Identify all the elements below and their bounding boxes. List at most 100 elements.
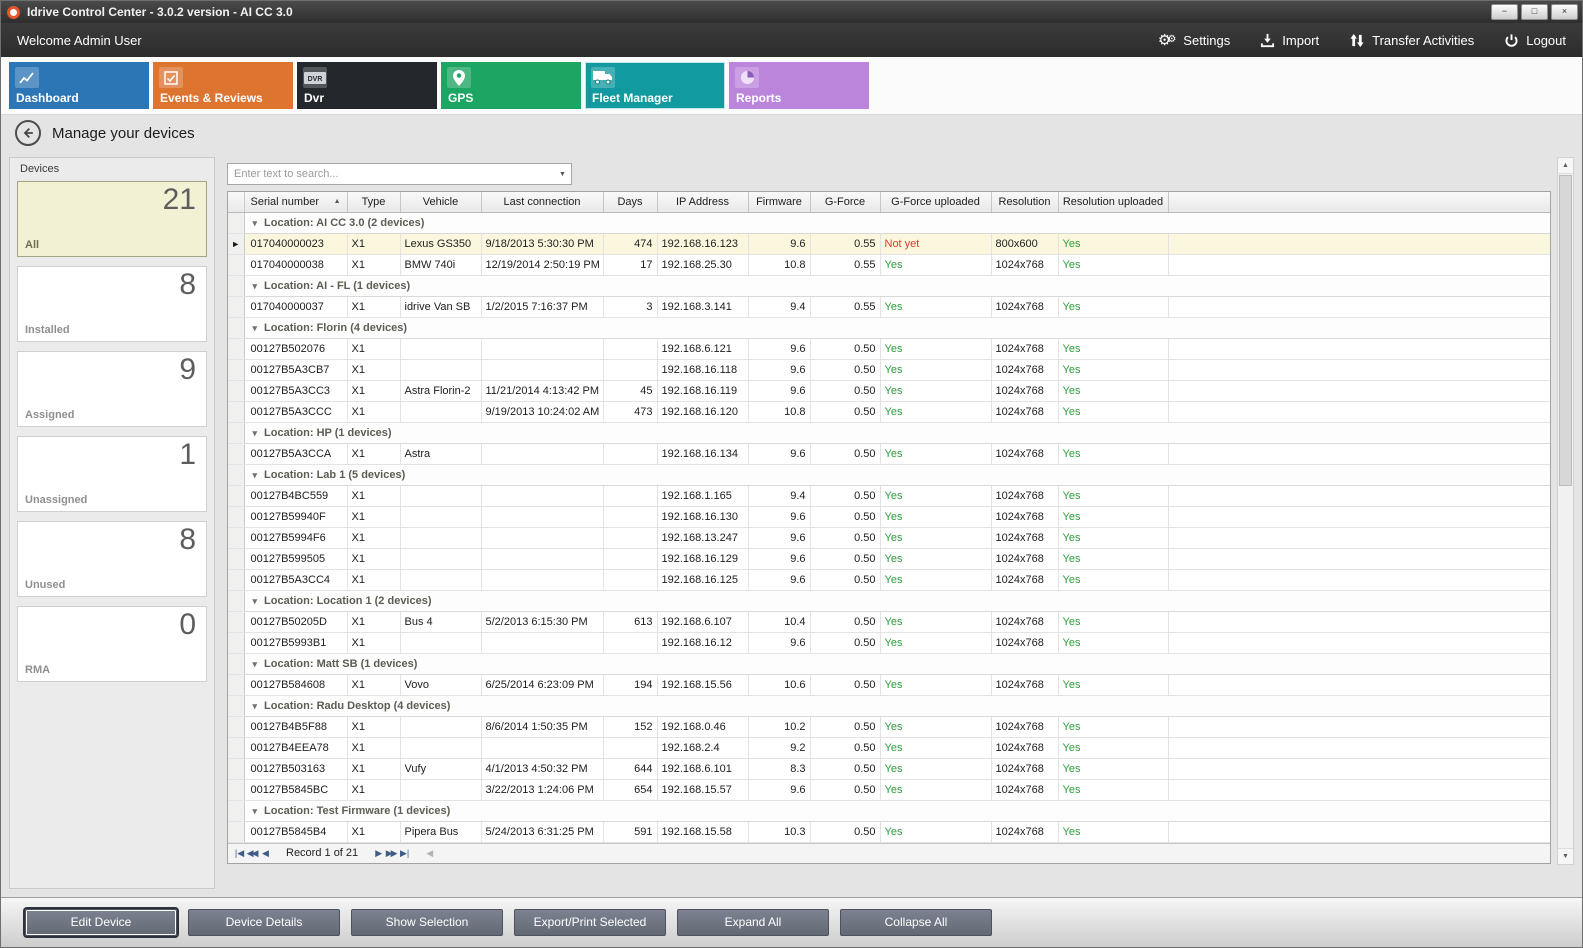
device-filter-card-unassigned[interactable]: 1Unassigned xyxy=(17,436,207,512)
device-row[interactable]: 00127B50205DX1Bus 45/2/2013 6:15:30 PM61… xyxy=(228,611,1550,632)
collapse-group-icon[interactable]: ▾ xyxy=(253,218,258,228)
device-row[interactable]: 00127B584608X1Vovo6/25/2014 6:23:09 PM19… xyxy=(228,674,1550,695)
tab-gps[interactable]: GPS xyxy=(441,62,581,109)
group-row[interactable]: ▾Location: Matt SB (1 devices) xyxy=(228,653,1550,674)
device-row[interactable]: 00127B599505X1192.168.16.1299.60.50Yes10… xyxy=(228,548,1550,569)
search-combobox[interactable]: ▼ xyxy=(227,163,572,185)
group-header-cell[interactable]: ▾Location: Matt SB (1 devices) xyxy=(244,653,1550,674)
group-header-cell[interactable]: ▾Location: Test Firmware (1 devices) xyxy=(244,800,1550,821)
device-filter-card-unused[interactable]: 8Unused xyxy=(17,521,207,597)
tab-dvr[interactable]: DVRDvr xyxy=(297,62,437,109)
device-row[interactable]: 00127B5993B1X1192.168.16.129.60.50Yes102… xyxy=(228,632,1550,653)
device-row[interactable]: 00127B5994F6X1192.168.13.2479.60.50Yes10… xyxy=(228,527,1550,548)
group-row[interactable]: ▾Location: Radu Desktop (4 devices) xyxy=(228,695,1550,716)
device-row[interactable]: 00127B5A3CC3X1Astra Florin-211/21/2014 4… xyxy=(228,380,1550,401)
collapse-group-icon[interactable]: ▾ xyxy=(253,281,258,291)
search-input[interactable] xyxy=(228,168,554,180)
column-header-g-force[interactable]: G-Force xyxy=(810,192,880,212)
device-row[interactable]: 00127B5A3CCAX1Astra192.168.16.1349.60.50… xyxy=(228,443,1550,464)
collapse-group-icon[interactable]: ▾ xyxy=(253,701,258,711)
device-row[interactable]: 00127B5845B4X1Pipera Bus5/24/2013 6:31:2… xyxy=(228,821,1550,842)
collapse-group-icon[interactable]: ▾ xyxy=(253,323,258,333)
back-button[interactable] xyxy=(15,120,41,146)
pager-next-button[interactable]: ▶ xyxy=(372,848,385,859)
group-row[interactable]: ▾Location: Lab 1 (5 devices) xyxy=(228,464,1550,485)
group-header-cell[interactable]: ▾Location: Florin (4 devices) xyxy=(244,317,1550,338)
dropdown-arrow-icon[interactable]: ▼ xyxy=(554,171,571,178)
device-row[interactable]: 00127B5A3CC4X1192.168.16.1259.60.50Yes10… xyxy=(228,569,1550,590)
group-header-cell[interactable]: ▾Location: Lab 1 (5 devices) xyxy=(244,464,1550,485)
collapse-group-icon[interactable]: ▾ xyxy=(253,806,258,816)
group-header-cell[interactable]: ▾Location: Radu Desktop (4 devices) xyxy=(244,695,1550,716)
device-row[interactable]: 00127B5A3CB7X1192.168.16.1189.60.50Yes10… xyxy=(228,359,1550,380)
column-header-serial-number[interactable]: Serial number▲ xyxy=(244,192,347,212)
group-row[interactable]: ▾Location: Florin (4 devices) xyxy=(228,317,1550,338)
device-row[interactable]: 00127B503163X1Vufy4/1/2013 4:50:32 PM644… xyxy=(228,758,1550,779)
group-row[interactable]: ▾Location: Location 1 (2 devices) xyxy=(228,590,1550,611)
close-button[interactable]: × xyxy=(1551,4,1578,20)
device-row[interactable]: ►017040000023X1Lexus GS3509/18/2013 5:30… xyxy=(228,233,1550,254)
footer-button-export-print-selected[interactable]: Export/Print Selected xyxy=(514,909,666,936)
collapse-group-icon[interactable]: ▾ xyxy=(253,428,258,438)
group-row[interactable]: ▾Location: AI CC 3.0 (2 devices) xyxy=(228,212,1550,233)
group-header-cell[interactable]: ▾Location: HP (1 devices) xyxy=(244,422,1550,443)
settings-button[interactable]: ⚙⚙Settings xyxy=(1158,33,1230,48)
group-row[interactable]: ▾Location: HP (1 devices) xyxy=(228,422,1550,443)
tab-dashboard[interactable]: Dashboard xyxy=(9,62,149,109)
import-button[interactable]: Import xyxy=(1260,33,1319,48)
device-row[interactable]: 00127B5845BCX13/22/2013 1:24:06 PM654192… xyxy=(228,779,1550,800)
scroll-up-button[interactable]: ▲ xyxy=(1558,158,1573,174)
pager-last-button[interactable]: ▶| xyxy=(398,848,411,859)
collapse-group-icon[interactable]: ▾ xyxy=(253,596,258,606)
collapse-group-icon[interactable]: ▾ xyxy=(253,470,258,480)
column-header-type[interactable]: Type xyxy=(347,192,400,212)
group-row[interactable]: ▾Location: Test Firmware (1 devices) xyxy=(228,800,1550,821)
device-filter-card-assigned[interactable]: 9Assigned xyxy=(17,351,207,427)
column-header-firmware[interactable]: Firmware xyxy=(748,192,810,212)
device-row[interactable]: 00127B502076X1192.168.6.1219.60.50Yes102… xyxy=(228,338,1550,359)
column-header-last-connection[interactable]: Last connection xyxy=(481,192,603,212)
svg-text:DVR: DVR xyxy=(308,76,323,83)
tab-fleet-manager[interactable]: Fleet Manager xyxy=(585,62,725,109)
pager-scroll-left-button[interactable]: ◀ xyxy=(423,848,436,859)
collapse-group-icon[interactable]: ▾ xyxy=(253,659,258,669)
group-header-cell[interactable]: ▾Location: AI CC 3.0 (2 devices) xyxy=(244,212,1550,233)
group-header-cell[interactable]: ▾Location: AI - FL (1 devices) xyxy=(244,275,1550,296)
footer-button-edit-device[interactable]: Edit Device xyxy=(25,909,177,936)
pager-next-page-button[interactable]: ▶▶ xyxy=(385,848,398,859)
transfer-activities-button[interactable]: Transfer Activities xyxy=(1349,33,1474,48)
logout-button[interactable]: Logout xyxy=(1504,33,1566,48)
group-header-cell[interactable]: ▾Location: Location 1 (2 devices) xyxy=(244,590,1550,611)
column-header-resolution[interactable]: Resolution xyxy=(991,192,1058,212)
column-header-ip-address[interactable]: IP Address xyxy=(657,192,748,212)
device-row[interactable]: 017040000037X1idrive Van SB1/2/2015 7:16… xyxy=(228,296,1550,317)
device-row[interactable]: 00127B4EEA78X1192.168.2.49.20.50Yes1024x… xyxy=(228,737,1550,758)
footer-button-expand-all[interactable]: Expand All xyxy=(677,909,829,936)
device-filter-card-installed[interactable]: 8Installed xyxy=(17,266,207,342)
column-header-resolution-uploaded[interactable]: Resolution uploaded xyxy=(1058,192,1168,212)
pager-prev-page-button[interactable]: ◀◀ xyxy=(246,848,259,859)
vertical-scrollbar[interactable]: ▲ ▼ xyxy=(1557,157,1574,865)
device-row[interactable]: 00127B5A3CCCX19/19/2013 10:24:02 AM47319… xyxy=(228,401,1550,422)
column-header-vehicle[interactable]: Vehicle xyxy=(400,192,481,212)
device-row[interactable]: 00127B4BC559X1192.168.1.1659.40.50Yes102… xyxy=(228,485,1550,506)
tab-events-reviews[interactable]: Events & Reviews xyxy=(153,62,293,109)
device-row[interactable]: 017040000038X1BMW 740i12/19/2014 2:50:19… xyxy=(228,254,1550,275)
device-row[interactable]: 00127B59940FX1192.168.16.1309.60.50Yes10… xyxy=(228,506,1550,527)
tab-reports[interactable]: Reports xyxy=(729,62,869,109)
scroll-down-button[interactable]: ▼ xyxy=(1558,848,1573,864)
minimize-button[interactable]: − xyxy=(1491,4,1518,20)
pager-prev-button[interactable]: ◀ xyxy=(259,848,272,859)
column-header-g-force-uploaded[interactable]: G-Force uploaded xyxy=(880,192,991,212)
footer-button-device-details[interactable]: Device Details xyxy=(188,909,340,936)
device-filter-card-all[interactable]: 21All xyxy=(17,181,207,257)
footer-button-collapse-all[interactable]: Collapse All xyxy=(840,909,992,936)
pager-first-button[interactable]: |◀ xyxy=(233,848,246,859)
footer-button-show-selection[interactable]: Show Selection xyxy=(351,909,503,936)
maximize-button[interactable]: □ xyxy=(1521,4,1548,20)
column-header-days[interactable]: Days xyxy=(603,192,657,212)
scroll-thumb[interactable] xyxy=(1559,175,1572,486)
device-row[interactable]: 00127B4B5F88X18/6/2014 1:50:35 PM152192.… xyxy=(228,716,1550,737)
device-filter-card-rma[interactable]: 0RMA xyxy=(17,606,207,682)
group-row[interactable]: ▾Location: AI - FL (1 devices) xyxy=(228,275,1550,296)
